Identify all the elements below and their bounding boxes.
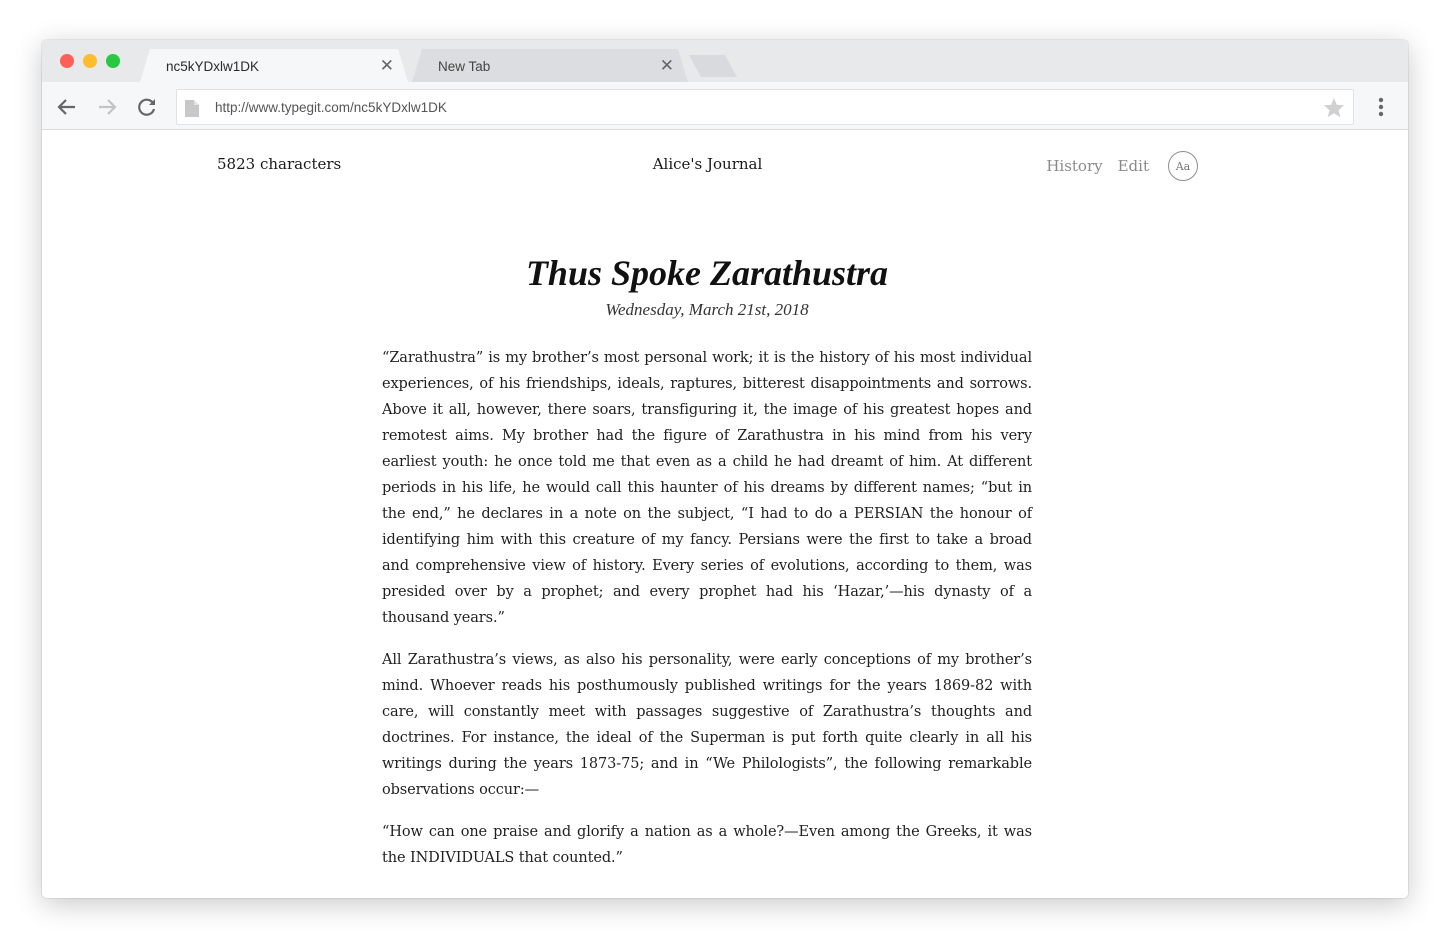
- tab-new-tab[interactable]: New Tab ✕: [412, 49, 688, 82]
- tab-title: New Tab: [438, 59, 491, 74]
- reload-button[interactable]: [134, 94, 160, 120]
- page-icon: [185, 100, 199, 117]
- entry-paragraph: “Zarathustra” is my brother’s most perso…: [382, 350, 1032, 626]
- address-bar[interactable]: http://www.typegit.com/nc5kYDxlw1DK: [176, 89, 1354, 125]
- tab-strip: nc5kYDxlw1DK ✕ New Tab ✕: [42, 40, 1408, 82]
- new-tab-button[interactable]: [689, 55, 737, 77]
- kebab-menu-icon: [1378, 97, 1384, 117]
- reload-icon: [138, 98, 156, 116]
- minimize-window-button[interactable]: [83, 54, 97, 68]
- tab-close-icon[interactable]: ✕: [660, 49, 674, 82]
- entry-title: Thus Spoke Zarathustra: [525, 253, 889, 293]
- history-link[interactable]: History: [1046, 157, 1102, 175]
- zoom-window-button[interactable]: [106, 54, 120, 68]
- journal-header: 5823 characters Alice's Journal History …: [42, 131, 1408, 201]
- url-text: http://www.typegit.com/nc5kYDxlw1DK: [215, 100, 447, 115]
- edit-link[interactable]: Edit: [1118, 157, 1149, 175]
- entry-paragraph: All Zarathustra’s views, as also his per…: [382, 652, 1032, 798]
- tab-active[interactable]: nc5kYDxlw1DK ✕: [140, 49, 408, 82]
- bookmark-star-icon[interactable]: [1323, 97, 1345, 118]
- header-actions: History Edit Aa: [1046, 151, 1198, 181]
- tab-close-icon[interactable]: ✕: [380, 49, 394, 82]
- forward-button[interactable]: [94, 94, 120, 120]
- browser-menu-button[interactable]: [1368, 94, 1394, 120]
- font-settings-button[interactable]: Aa: [1168, 151, 1198, 181]
- tab-title: nc5kYDxlw1DK: [166, 59, 260, 74]
- page-content: 5823 characters Alice's Journal History …: [42, 131, 1408, 898]
- forward-arrow-icon: [99, 99, 117, 115]
- entry-date: Wednesday, March 21st, 2018: [605, 300, 809, 319]
- close-window-button[interactable]: [60, 54, 74, 68]
- journal-entry: Thus Spoke Zarathustra Wednesday, March …: [382, 251, 1032, 887]
- back-button[interactable]: [54, 94, 80, 120]
- browser-toolbar: http://www.typegit.com/nc5kYDxlw1DK: [42, 82, 1408, 130]
- entry-paragraph: “How can one praise and glorify a nation…: [382, 824, 1032, 866]
- browser-window: nc5kYDxlw1DK ✕ New Tab ✕ http://www.type…: [42, 40, 1408, 898]
- back-arrow-icon: [57, 99, 75, 115]
